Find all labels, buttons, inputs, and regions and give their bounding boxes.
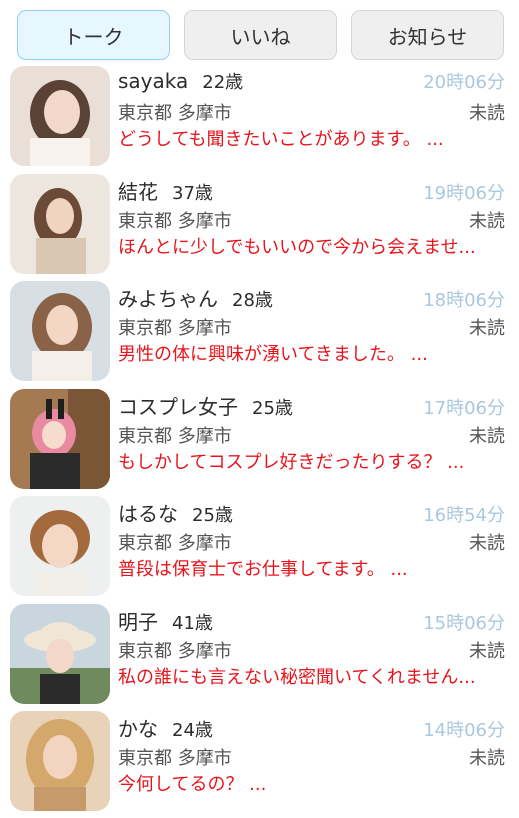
message-preview: 男性の体に興味が湧いてきました。 ...	[118, 344, 428, 365]
conversation-item[interactable]: かな 24歳 14時06分 東京都 多摩市 未読 今何してるの？ ...	[0, 703, 519, 811]
message-preview: どうしても聞きたいことがあります。 ...	[118, 129, 444, 150]
user-location: 東京都 多摩市	[118, 210, 232, 232]
message-time: 14時06分	[423, 720, 505, 741]
user-location: 東京都 多摩市	[118, 533, 232, 554]
user-name: sayaka	[118, 69, 189, 93]
user-age: 41歳	[172, 612, 213, 634]
conversation-item[interactable]: 明子 41歳 15時06分 東京都 多摩市 未読 私の誰にも言えない秘密聞いてくれませ…	[0, 596, 519, 704]
avatar[interactable]	[10, 66, 110, 166]
conversation-item[interactable]: sayaka 22歳 20時06分 東京都 多摩市 未読 どうしても聞きたいことがあり…	[0, 58, 519, 166]
user-name: 明子	[118, 609, 158, 634]
user-location: 東京都 多摩市	[118, 748, 232, 769]
read-status: 未読	[469, 103, 505, 124]
conversation-item[interactable]: コスプレ女子 25歳 17時06分 東京都 多摩市 未読 もしかしてコスプレ好きだった…	[0, 381, 519, 489]
conversation-item[interactable]: はるな 25歳 16時54分 東京都 多摩市 未読 普段は保育士でお仕事してます。 .…	[0, 488, 519, 596]
read-status: 未読	[469, 210, 505, 232]
message-preview: 今何してるの？ ...	[118, 774, 267, 795]
avatar[interactable]	[10, 388, 110, 489]
read-status: 未読	[469, 748, 505, 769]
message-preview: ほんとに少しでもいいので今から会えませ...	[118, 236, 476, 258]
user-location: 東京都 多摩市	[118, 425, 232, 447]
message-time: 20時06分	[423, 72, 505, 93]
avatar[interactable]	[10, 603, 110, 704]
read-status: 未読	[469, 640, 505, 662]
user-name: はるな	[118, 502, 178, 526]
avatar[interactable]	[10, 496, 110, 596]
message-preview: 私の誰にも言えない秘密聞いてくれません...	[118, 666, 476, 688]
tab-talk[interactable]: トーク	[17, 10, 170, 60]
user-location: 東京都 多摩市	[118, 640, 232, 662]
message-time: 16時54分	[423, 505, 505, 526]
user-age: 22歳	[202, 72, 244, 93]
user-age: 25歳	[252, 397, 293, 419]
avatar[interactable]	[10, 281, 110, 381]
message-preview: 普段は保育士でお仕事してます。 ...	[118, 559, 408, 580]
message-preview: もしかしてコスプレ好きだったりする？ ...	[118, 451, 465, 473]
message-time: 19時06分	[423, 182, 505, 204]
user-age: 25歳	[192, 505, 233, 526]
tab-likes[interactable]: いいね	[184, 10, 337, 60]
user-age: 28歳	[232, 290, 273, 311]
user-age: 37歳	[172, 182, 213, 204]
message-time: 18時06分	[423, 290, 505, 311]
tab-bar: トーク いいね お知らせ	[0, 0, 519, 60]
message-time: 15時06分	[423, 612, 505, 634]
user-name: みよちゃん	[118, 287, 218, 311]
user-name: 結花	[118, 179, 158, 204]
user-name: かな	[118, 717, 158, 741]
conversation-item[interactable]: みよちゃん 28歳 18時06分 東京都 多摩市 未読 男性の体に興味が湧いてきました…	[0, 273, 519, 381]
user-location: 東京都 多摩市	[118, 103, 232, 124]
read-status: 未読	[469, 533, 505, 554]
conversation-list: sayaka 22歳 20時06分 東京都 多摩市 未読 どうしても聞きたいことがあり…	[0, 58, 519, 811]
read-status: 未読	[469, 318, 505, 339]
conversation-item[interactable]: 結花 37歳 19時06分 東京都 多摩市 未読 ほんとに少しでもいいので今から会えま…	[0, 166, 519, 274]
user-age: 24歳	[172, 720, 213, 741]
avatar[interactable]	[10, 711, 110, 811]
tab-notifications[interactable]: お知らせ	[351, 10, 504, 60]
message-time: 17時06分	[423, 397, 505, 419]
user-location: 東京都 多摩市	[118, 318, 232, 339]
user-name: コスプレ女子	[118, 394, 238, 419]
avatar[interactable]	[10, 173, 110, 274]
read-status: 未読	[469, 425, 505, 447]
